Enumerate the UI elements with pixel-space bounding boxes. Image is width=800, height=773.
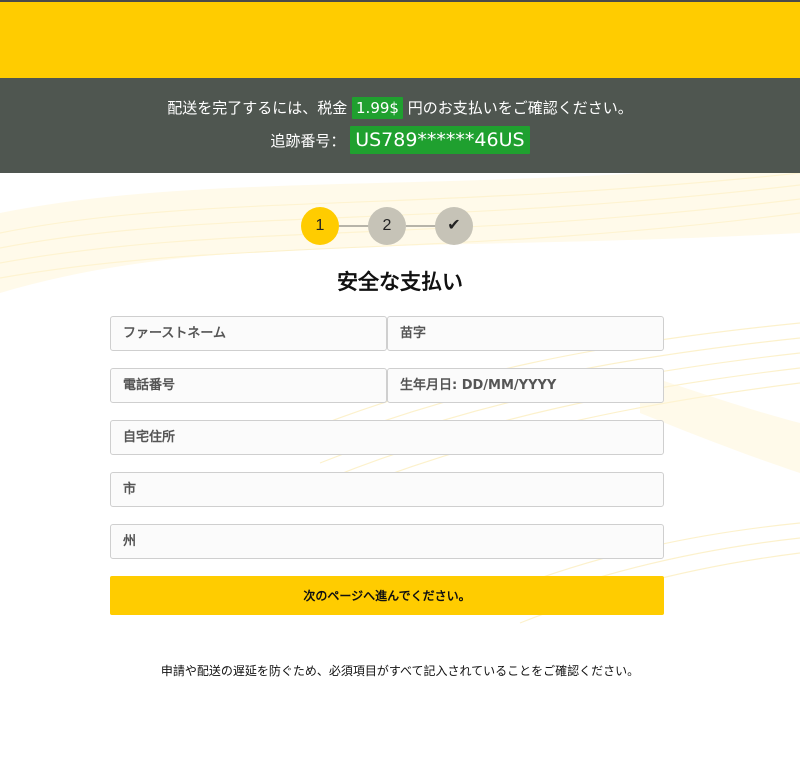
step-2: 2 [368, 207, 406, 245]
next-page-button[interactable]: 次のページへ進んでください。 [110, 576, 664, 615]
notice-message: 配送を完了するには、税金 1.99$ 円のお支払いをご確認ください。 [0, 96, 800, 120]
first-name-input[interactable] [110, 316, 387, 351]
progress-stepper: 1 2 ✔ [0, 207, 800, 247]
step-connector [339, 225, 369, 227]
tax-amount-badge: 1.99$ [352, 97, 403, 119]
city-input[interactable] [110, 472, 664, 507]
step-complete-check-icon: ✔ [435, 207, 473, 245]
tracking-label: 追跡番号： [270, 132, 346, 150]
address-input[interactable] [110, 420, 664, 455]
phone-input[interactable] [110, 368, 387, 403]
step-connector [406, 225, 436, 227]
notice-text-after: 円のお支払いをご確認ください。 [407, 99, 633, 117]
dob-input[interactable] [387, 368, 664, 403]
payment-notice: 配送を完了するには、税金 1.99$ 円のお支払いをご確認ください。 追跡番号：… [0, 78, 800, 173]
last-name-input[interactable] [387, 316, 664, 351]
step-1: 1 [301, 207, 339, 245]
tracking-number-badge: US789******46US [350, 126, 530, 154]
form-title: 安全な支払い [337, 270, 463, 294]
state-input[interactable] [110, 524, 664, 559]
tracking-row: 追跡番号： US789******46US [0, 125, 800, 156]
required-fields-note: 申請や配送の遅延を防ぐため、必須項目がすべて記入されていることをご確認ください。 [160, 664, 640, 678]
notice-text-before: 配送を完了するには、税金 [167, 99, 348, 117]
header-banner [0, 2, 800, 78]
